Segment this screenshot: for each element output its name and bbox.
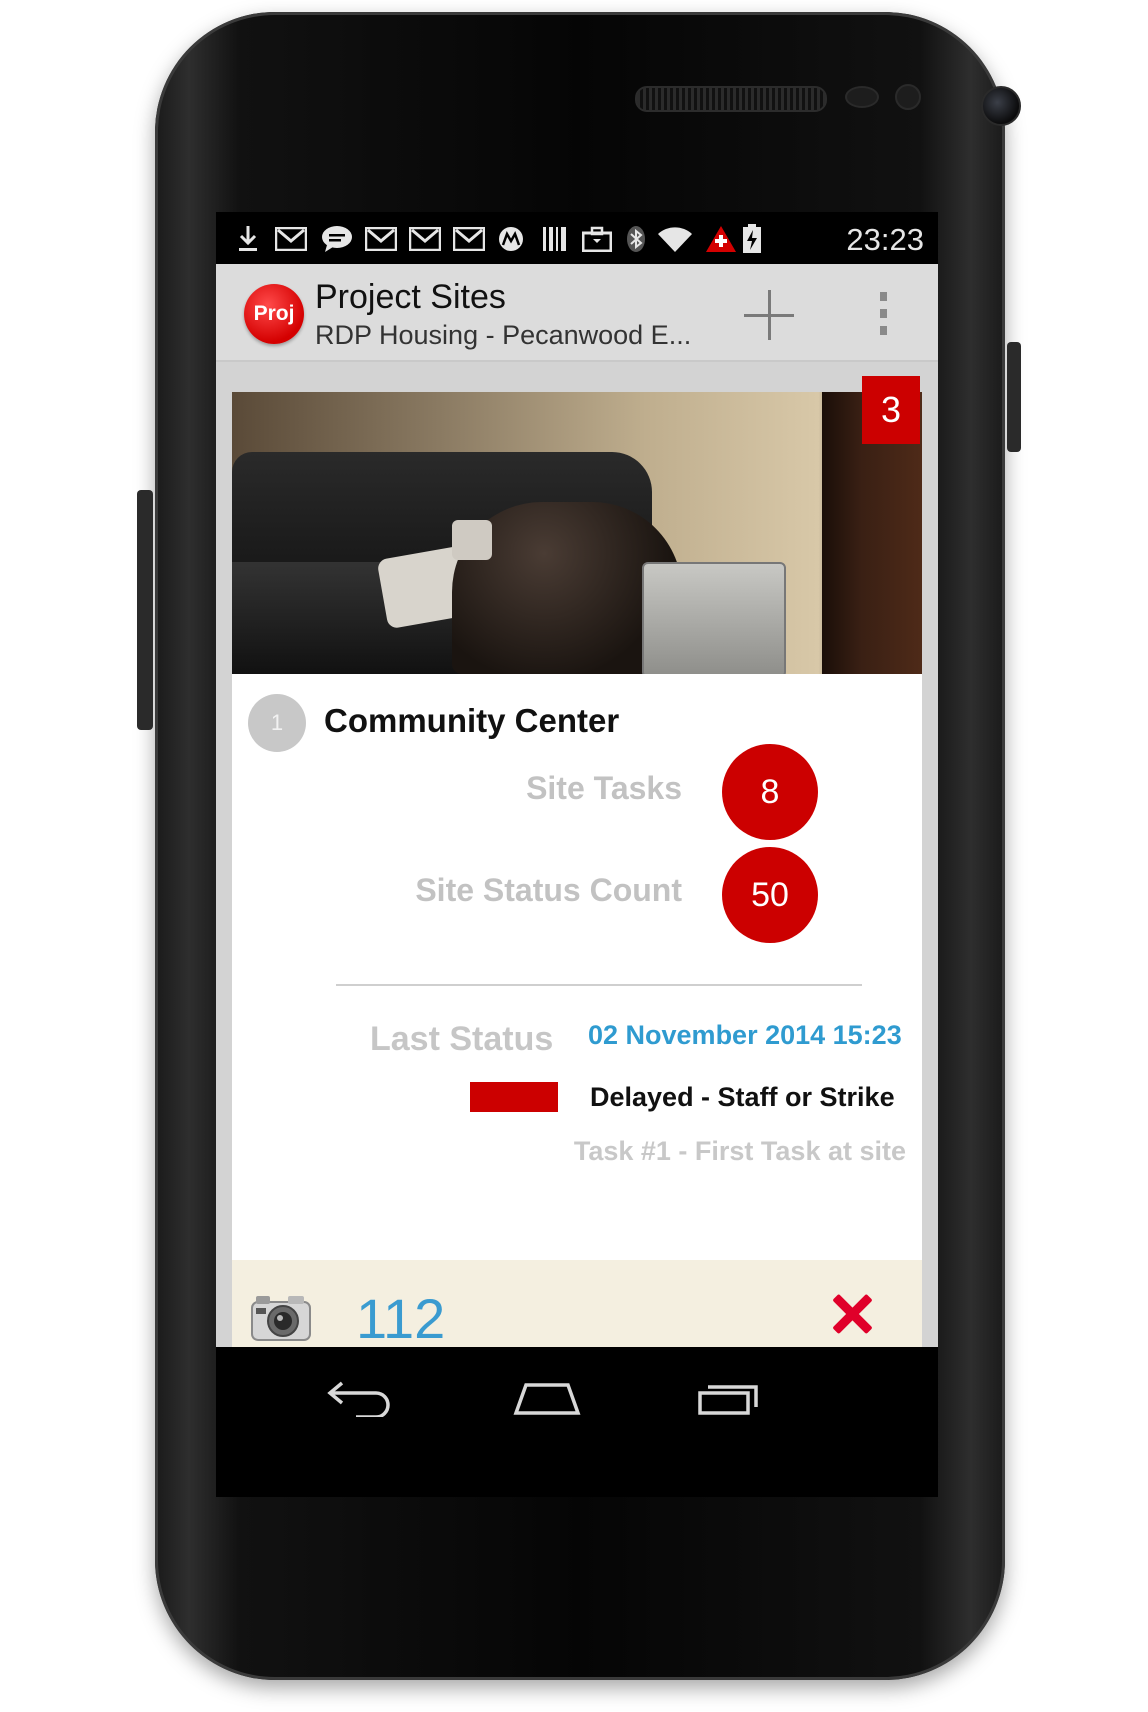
barcode-icon bbox=[540, 226, 570, 252]
add-site-button[interactable] bbox=[744, 290, 794, 340]
photo-count-badge: 3 bbox=[862, 376, 920, 444]
recent-apps-button[interactable] bbox=[696, 1377, 786, 1437]
back-button[interactable] bbox=[326, 1377, 416, 1437]
gmail-icon bbox=[452, 226, 486, 252]
site-status-count[interactable]: 50 bbox=[722, 847, 818, 943]
site-number-badge: 1 bbox=[248, 694, 306, 752]
earpiece-speaker bbox=[635, 86, 827, 112]
bluetooth-icon bbox=[622, 226, 650, 252]
site-photo[interactable] bbox=[232, 392, 922, 674]
divider bbox=[336, 984, 862, 986]
site-tasks-label: Site Tasks bbox=[526, 770, 682, 806]
status-color-swatch bbox=[470, 1082, 558, 1112]
delete-icon[interactable] bbox=[832, 1294, 872, 1334]
page-title: Project Sites bbox=[315, 278, 506, 316]
overflow-menu-icon[interactable] bbox=[876, 292, 890, 336]
page-subtitle: RDP Housing - Pecanwood E... bbox=[315, 320, 692, 350]
status-bar: 23:23 bbox=[216, 212, 938, 264]
proximity-sensor bbox=[845, 86, 879, 108]
download-icon bbox=[236, 226, 260, 252]
front-camera bbox=[981, 86, 1021, 126]
status-bar-clock: 23:23 bbox=[846, 222, 924, 257]
navigation-bar bbox=[216, 1347, 938, 1497]
action-bar: Proj Project Sites RDP Housing - Pecanwo… bbox=[216, 264, 938, 362]
chat-icon bbox=[320, 226, 354, 252]
power-button bbox=[1007, 342, 1021, 452]
app-logo[interactable]: Proj bbox=[244, 284, 304, 344]
photo-count[interactable]: 112 bbox=[356, 1286, 445, 1351]
home-button[interactable] bbox=[512, 1377, 602, 1437]
last-status-label: Last Status bbox=[370, 1020, 554, 1058]
site-card[interactable]: 3 1 Community Center Site Tasks 8 Site S… bbox=[232, 376, 922, 1370]
briefcase-icon bbox=[580, 226, 614, 252]
gmail-icon bbox=[364, 226, 398, 252]
volume-button bbox=[137, 490, 153, 730]
motorola-icon bbox=[496, 226, 526, 252]
battery-charging-icon bbox=[740, 224, 764, 253]
gmail-icon bbox=[408, 226, 442, 252]
last-status-date: 02 November 2014 15:23 bbox=[588, 1020, 902, 1050]
wifi-icon bbox=[656, 226, 694, 252]
site-status-count-label: Site Status Count bbox=[415, 872, 682, 908]
last-status-task: Task #1 - First Task at site bbox=[573, 1136, 906, 1166]
alert-icon bbox=[704, 226, 738, 252]
device-screen: 23:23 Proj Project Sites RDP Housing - P… bbox=[216, 212, 938, 1497]
site-list[interactable]: 3 1 Community Center Site Tasks 8 Site S… bbox=[216, 362, 938, 1497]
site-tasks-count[interactable]: 8 bbox=[722, 744, 818, 840]
camera-icon[interactable] bbox=[250, 1292, 312, 1342]
light-sensor bbox=[895, 84, 921, 110]
gmail-icon bbox=[274, 226, 308, 252]
site-name: Community Center bbox=[324, 702, 620, 739]
last-status-text: Delayed - Staff or Strike bbox=[590, 1082, 895, 1112]
